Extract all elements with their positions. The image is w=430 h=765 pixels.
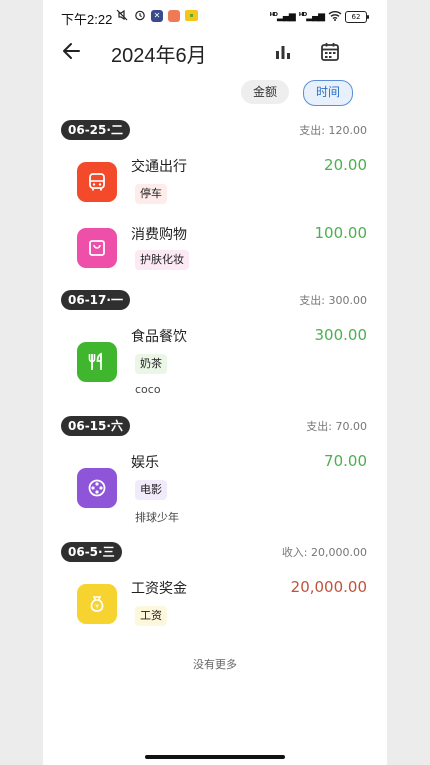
- film-reel-icon: [77, 468, 117, 508]
- signal-label: ᴴᴰ: [269, 11, 279, 22]
- date-badge: 06-17·一: [61, 290, 130, 310]
- signal-icon: ᴴᴰ▂▄▆: [298, 11, 325, 22]
- amount-value: 20,000.00: [290, 578, 367, 596]
- signal-label: ᴴᴰ: [298, 11, 308, 22]
- amount-value: 300.00: [314, 326, 368, 344]
- money-bag-icon: ¥: [77, 584, 117, 624]
- calendar-icon[interactable]: [319, 41, 341, 63]
- category-name: 食品餐饮: [131, 329, 187, 345]
- bus-icon: [77, 162, 117, 202]
- status-right-icons: ᴴᴰ▂▄▆ ᴴᴰ▂▄▆ 62: [269, 10, 369, 23]
- status-left-icons: ✕ ▪: [115, 9, 198, 22]
- status-bar: 下午2:22 ✕ ▪ ᴴᴰ▂▄▆ ᴴᴰ▂▄▆ 62: [43, 0, 387, 34]
- note-text: 排球少年: [135, 511, 179, 524]
- bar-chart-icon[interactable]: [273, 42, 293, 62]
- alarm-icon: [133, 9, 146, 22]
- note-text: coco: [135, 383, 161, 396]
- category-name: 娱乐: [131, 455, 159, 471]
- signal-icon: ᴴᴰ▂▄▆: [269, 11, 296, 22]
- shopping-bag-icon: [77, 228, 117, 268]
- date-badge: 06-5·三: [61, 542, 122, 562]
- status-time: 下午2:22: [61, 12, 113, 27]
- tag-chip: 工资: [135, 606, 167, 626]
- category-name: 消费购物: [131, 227, 187, 243]
- home-indicator[interactable]: [145, 755, 285, 759]
- tag-chip: 电影: [135, 480, 167, 500]
- amount-value: 70.00: [324, 452, 367, 470]
- tag-chip: 停车: [135, 184, 167, 204]
- battery-icon: 62: [345, 10, 369, 23]
- day-header: 06-15·六 支出: 70.00: [43, 416, 387, 436]
- amount-value: 100.00: [314, 224, 368, 242]
- app-notification-icon: ✕: [151, 9, 163, 22]
- header: 2024年6月: [43, 34, 387, 74]
- day-header: 06-17·一 支出: 300.00: [43, 290, 387, 310]
- tag-chip: 护肤化妆: [135, 250, 189, 270]
- svg-text:¥: ¥: [95, 604, 99, 611]
- back-arrow-icon[interactable]: [61, 40, 83, 62]
- category-name: 交通出行: [131, 159, 187, 175]
- phone-screen: 下午2:22 ✕ ▪ ᴴᴰ▂▄▆ ᴴᴰ▂▄▆ 62 2024年6月 金额 时间 …: [43, 0, 387, 765]
- page-title: 2024年6月: [111, 45, 207, 67]
- amount-value: 20.00: [324, 156, 367, 174]
- day-summary: 支出: 70.00: [306, 420, 367, 433]
- wifi-icon: [328, 10, 342, 23]
- date-badge: 06-15·六: [61, 416, 130, 436]
- category-name: 工资奖金: [131, 581, 187, 597]
- app-notification-icon: ▪: [185, 10, 198, 21]
- day-summary: 收入: 20,000.00: [281, 546, 367, 559]
- mute-icon: [115, 9, 128, 22]
- no-more-text: 没有更多: [193, 658, 237, 671]
- day-summary: 支出: 120.00: [299, 124, 367, 137]
- sort-by-amount-button[interactable]: 金额: [241, 80, 289, 104]
- day-header: 06-25·二 支出: 120.00: [43, 120, 387, 140]
- fork-knife-icon: [77, 342, 117, 382]
- app-notification-icon: [168, 9, 180, 22]
- day-summary: 支出: 300.00: [299, 294, 367, 307]
- sort-by-time-button[interactable]: 时间: [303, 80, 353, 106]
- tag-chip: 奶茶: [135, 354, 167, 374]
- date-badge: 06-25·二: [61, 120, 130, 140]
- day-header: 06-5·三 收入: 20,000.00: [43, 542, 387, 562]
